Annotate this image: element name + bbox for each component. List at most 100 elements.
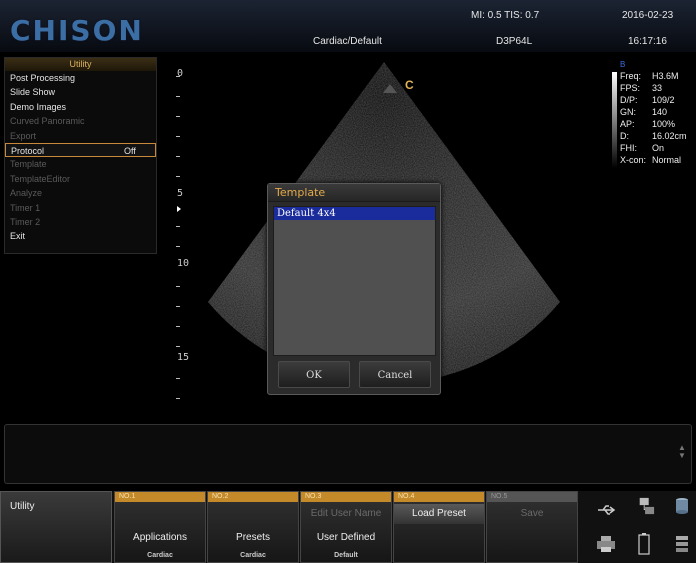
load-preset-button[interactable]: Load Preset: [394, 504, 484, 524]
menu-item-export: Export: [5, 129, 156, 143]
depth-tick: [176, 378, 180, 379]
param-label: Freq:: [620, 71, 642, 81]
slot-load-preset[interactable]: NO.4 Load Preset: [393, 491, 485, 563]
menu-item-label: Exit: [10, 231, 26, 242]
param-label: GN:: [620, 107, 637, 117]
template-list[interactable]: Default 4x4: [273, 206, 436, 356]
param-label: FHI:: [620, 143, 637, 153]
menu-item-demo-images[interactable]: Demo Images: [5, 100, 156, 114]
preset-path: Cardiac/Default: [313, 36, 382, 47]
param-row: AP: 100%: [620, 119, 675, 129]
scroll-arrows-icon[interactable]: ▲ ▼: [677, 444, 687, 468]
slot-value: Cardiac: [147, 552, 173, 559]
param-label: D:: [620, 131, 629, 141]
menu-item-timer-1: Timer 1: [5, 201, 156, 215]
slot-value: Default: [334, 552, 358, 559]
save-button: Save: [520, 508, 544, 519]
depth-tick: [176, 398, 180, 399]
disk-icon: [676, 498, 688, 514]
param-row: D: 16.02cm: [620, 131, 687, 141]
depth-label: 5: [177, 188, 184, 199]
menu-item-label: Analyze: [10, 188, 43, 199]
menu-item-label: Curved Panoramic: [10, 116, 85, 127]
depth-tick: [176, 176, 180, 177]
slot-user-defined[interactable]: NO.3 Edit User Name User Defined Default: [300, 491, 392, 563]
depth-label: 15: [177, 352, 190, 363]
date: 2016-02-23: [622, 10, 674, 21]
slot-number: NO.5: [487, 492, 577, 502]
depth-tick: [176, 136, 180, 137]
comment-area[interactable]: ▲ ▼: [4, 424, 692, 484]
slot-save: NO.5 Save: [486, 491, 578, 563]
depth-tick: [176, 326, 180, 327]
menu-item-label: Timer 2: [10, 216, 41, 227]
depth-tick: [176, 346, 180, 347]
param-row: FPS: 33: [620, 83, 662, 93]
menu-item-label: Slide Show: [10, 87, 56, 98]
mode-indicator: B: [620, 60, 626, 69]
menu-item-template-editor: TemplateEditor: [5, 172, 156, 186]
bottom-control-bar: Utility NO.1 Applications Cardiac NO.2 P…: [0, 491, 696, 563]
dialog-title: Template: [268, 184, 440, 202]
param-label: AP:: [620, 119, 635, 129]
menu-item-exit[interactable]: Exit: [5, 229, 156, 243]
menu-item-label: Export: [10, 130, 37, 141]
param-value: 16.02cm: [652, 131, 687, 141]
slot-label: User Defined: [316, 532, 376, 543]
slot-number: NO.2: [208, 492, 298, 502]
menu-item-label: Post Processing: [10, 73, 76, 83]
param-value: 100%: [652, 119, 676, 129]
slot-number: NO.3: [301, 492, 391, 502]
time: 16:17:16: [628, 36, 667, 47]
menu-item-protocol[interactable]: Protocol Off: [5, 142, 156, 158]
cancel-button[interactable]: Cancel: [359, 361, 431, 388]
menu-item-label: Protocol: [11, 145, 45, 156]
template-list-item[interactable]: Default 4x4: [274, 207, 435, 220]
template-dialog: Template Default 4x4 OK Cancel: [267, 183, 441, 395]
depth-tick: [176, 226, 180, 227]
menu-item-label: Demo Images: [10, 101, 67, 112]
menu-item-label: TemplateEditor: [10, 173, 71, 184]
mi-tis-readout: MI: 0.5 TIS: 0.7: [471, 10, 540, 21]
param-row: FHI: On: [620, 143, 664, 153]
param-value: Normal: [652, 155, 682, 165]
param-row: X-con: Normal: [620, 155, 681, 165]
param-label: X-con:: [620, 155, 647, 165]
parameter-panel: B Freq: H3.6M FPS: 33 D/P: 109/2 GN: 140 AP:…: [608, 58, 696, 188]
utility-button[interactable]: Utility: [0, 491, 112, 563]
usb-icon: [598, 505, 616, 515]
param-row: D/P: 109/2: [620, 95, 675, 105]
menu-item-timer-2: Timer 2: [5, 215, 156, 229]
menu-item-post-processing[interactable]: Post Processing: [5, 71, 156, 85]
grayscale-bar: [612, 72, 617, 168]
menu-item-curved-panoramic: Curved Panoramic: [5, 114, 156, 128]
menu-item-slide-show[interactable]: Slide Show: [5, 85, 156, 99]
param-value: 140: [652, 107, 668, 117]
ok-button[interactable]: OK: [278, 361, 350, 388]
top-bar: CHISON Cardiac/Default MI: 0.5 TIS: 0.7 …: [0, 0, 696, 52]
depth-tick: [176, 306, 180, 307]
param-label: D/P:: [620, 95, 638, 105]
logo: CHISON: [10, 14, 144, 47]
utility-menu: Utility Post Processing Slide Show Demo …: [4, 57, 157, 254]
printer-icon: [597, 536, 615, 552]
orientation-mark: C: [405, 78, 414, 92]
slot-presets[interactable]: NO.2 Presets Cardiac: [207, 491, 299, 563]
param-value: 33: [652, 83, 663, 93]
depth-label: 0: [177, 68, 184, 79]
depth-tick: [176, 96, 180, 97]
param-value: 109/2: [652, 95, 675, 105]
slot-value: Cardiac: [240, 552, 266, 559]
probe-name: D3P64L: [496, 36, 533, 47]
menu-item-label: Timer 1: [10, 202, 41, 213]
probe-triangle-icon: [383, 84, 397, 93]
param-row: Freq: H3.6M: [620, 71, 679, 81]
slot-label: Applications: [133, 532, 187, 543]
menu-item-label: Template: [10, 159, 47, 170]
slot-applications[interactable]: NO.1 Applications Cardiac: [114, 491, 206, 563]
menu-item-template: Template: [5, 157, 156, 171]
focus-marker-icon: [177, 206, 181, 212]
utility-menu-title: Utility: [5, 58, 156, 71]
menu-item-analyze: Analyze: [5, 186, 156, 200]
storage-icon: [676, 536, 688, 552]
